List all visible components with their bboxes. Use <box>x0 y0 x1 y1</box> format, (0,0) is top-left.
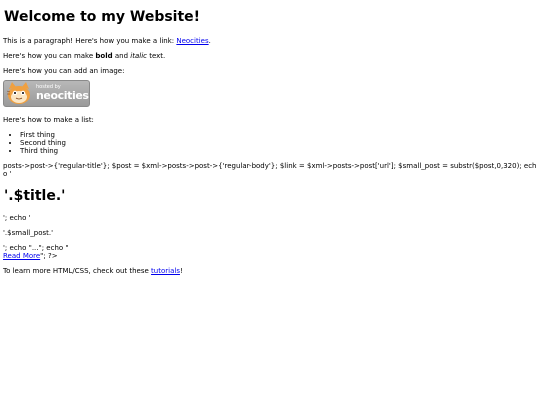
read-more-line: Read More"; ?> <box>3 252 537 260</box>
page-content: Welcome to my Website! This is a paragra… <box>3 8 537 282</box>
formatting-paragraph: Here's how you can make bold and italic … <box>3 52 537 60</box>
outro-text: To learn more HTML/CSS, check out these <box>3 267 152 275</box>
outro-exclamation: ! <box>179 267 183 275</box>
list-item: Second thing <box>20 139 537 147</box>
bold-text: bold <box>95 52 113 60</box>
php-echo-text: '; echo ' <box>3 214 31 222</box>
formatting-text-start: Here's how you can make <box>3 52 96 60</box>
page-title: Welcome to my Website! <box>4 9 201 25</box>
php-end-text: "; ?> <box>40 252 58 260</box>
image-intro: Here's how you can add an image: <box>3 67 125 75</box>
list-intro: Here's how to make a list: <box>3 116 94 124</box>
php-code-text: posts->post->{'regular-title'}; $post = … <box>3 162 537 178</box>
intro-paragraph: This is a paragraph! Here's how you make… <box>3 37 537 45</box>
list-item: First thing <box>20 131 537 139</box>
list-item: Third thing <box>20 147 537 155</box>
formatting-text-end: text. <box>146 52 166 60</box>
neocities-link[interactable]: Neocities <box>176 37 208 45</box>
outro-paragraph: To learn more HTML/CSS, check out these … <box>3 267 537 275</box>
badge-brand-text: neocities <box>36 89 89 102</box>
php-small-post-text: '.$small_post.' <box>3 229 54 237</box>
neocities-badge-image: hosted by neocities <box>3 80 90 107</box>
tutorials-link[interactable]: tutorials <box>151 267 180 275</box>
example-list: First thing Second thing Third thing <box>3 131 537 155</box>
php-echo-continuation: '; echo "..."; echo " <box>3 244 69 252</box>
intro-text: This is a paragraph! Here's how you make… <box>3 37 177 45</box>
read-more-link[interactable]: Read More <box>3 252 40 260</box>
php-title-heading: '.$title.' <box>4 188 66 204</box>
italic-text: italic <box>130 52 147 60</box>
formatting-text-middle: and <box>112 52 131 60</box>
neocities-cat-icon <box>6 82 30 104</box>
intro-period: . <box>208 37 211 45</box>
